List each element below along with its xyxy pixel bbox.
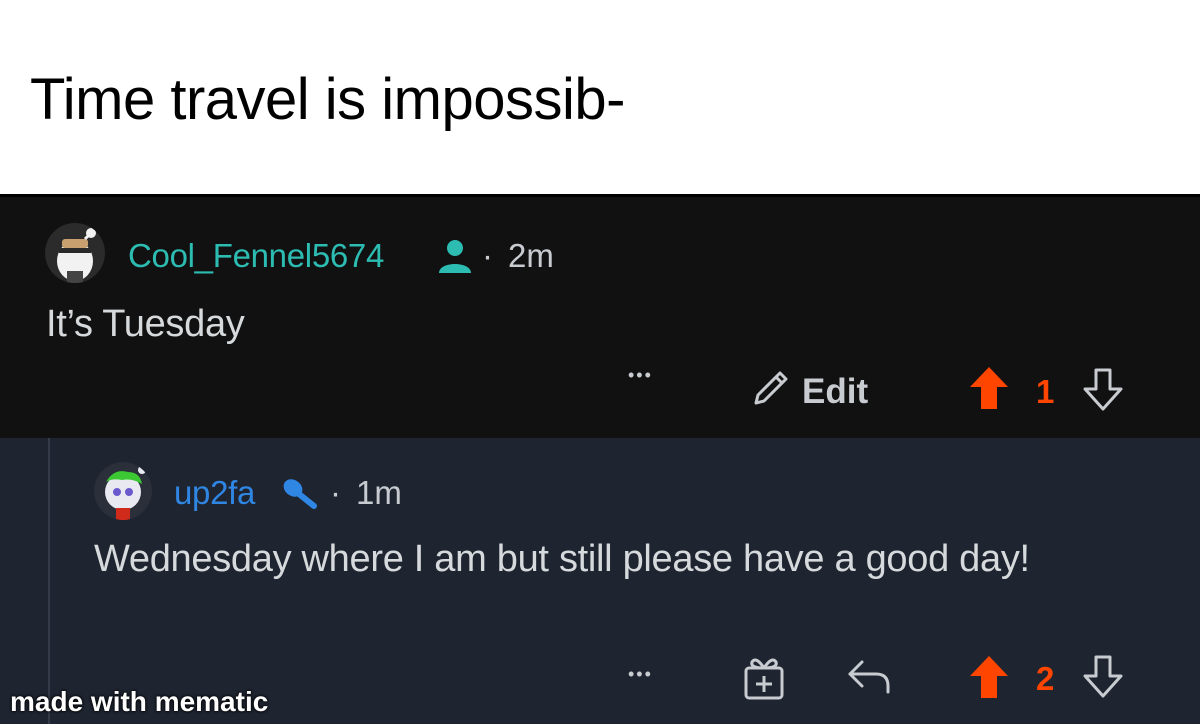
edit-label: Edit <box>802 371 869 411</box>
username[interactable]: up2fa <box>174 474 255 512</box>
more-options-button[interactable]: ••• <box>628 365 653 386</box>
comment-body: Wednesday where I am but still please ha… <box>94 538 1030 580</box>
meme-caption: Time travel is impossib- <box>0 0 1200 194</box>
edit-button[interactable]: Edit <box>748 367 868 416</box>
comment-2-reply: up2fa · 1m Wednesday where I am but stil… <box>0 438 1200 724</box>
reply-icon[interactable] <box>846 656 892 701</box>
watermark: made with mematic <box>10 686 269 717</box>
vote-count: 2 <box>1036 660 1055 697</box>
separator-dot: · <box>330 474 341 511</box>
downvote-icon[interactable] <box>1082 367 1124 416</box>
vote-count: 1 <box>1036 373 1055 410</box>
more-options-button[interactable]: ••• <box>628 664 653 685</box>
more-icon: ••• <box>628 365 653 385</box>
more-icon: ••• <box>628 664 653 684</box>
upvote-icon[interactable] <box>968 365 1010 416</box>
upvote-icon[interactable] <box>968 654 1010 705</box>
caption-text: Time travel is impossib- <box>30 67 625 132</box>
gift-award-icon[interactable] <box>742 654 786 705</box>
username[interactable]: Cool_Fennel5674 <box>128 237 384 275</box>
downvote-icon[interactable] <box>1082 654 1124 703</box>
timestamp: 2m <box>508 237 554 274</box>
avatar[interactable] <box>45 223 105 283</box>
comment-1: Cool_Fennel5674 · 2m It’s Tuesday ••• Ed… <box>0 194 1200 438</box>
pencil-icon <box>748 367 792 416</box>
comment-body: It’s Tuesday <box>46 303 245 345</box>
person-icon <box>436 237 474 280</box>
avatar[interactable] <box>94 462 152 520</box>
timestamp: 1m <box>356 474 402 511</box>
separator-dot: · <box>482 237 493 274</box>
microphone-icon <box>280 476 320 515</box>
thread-line[interactable] <box>48 438 50 724</box>
